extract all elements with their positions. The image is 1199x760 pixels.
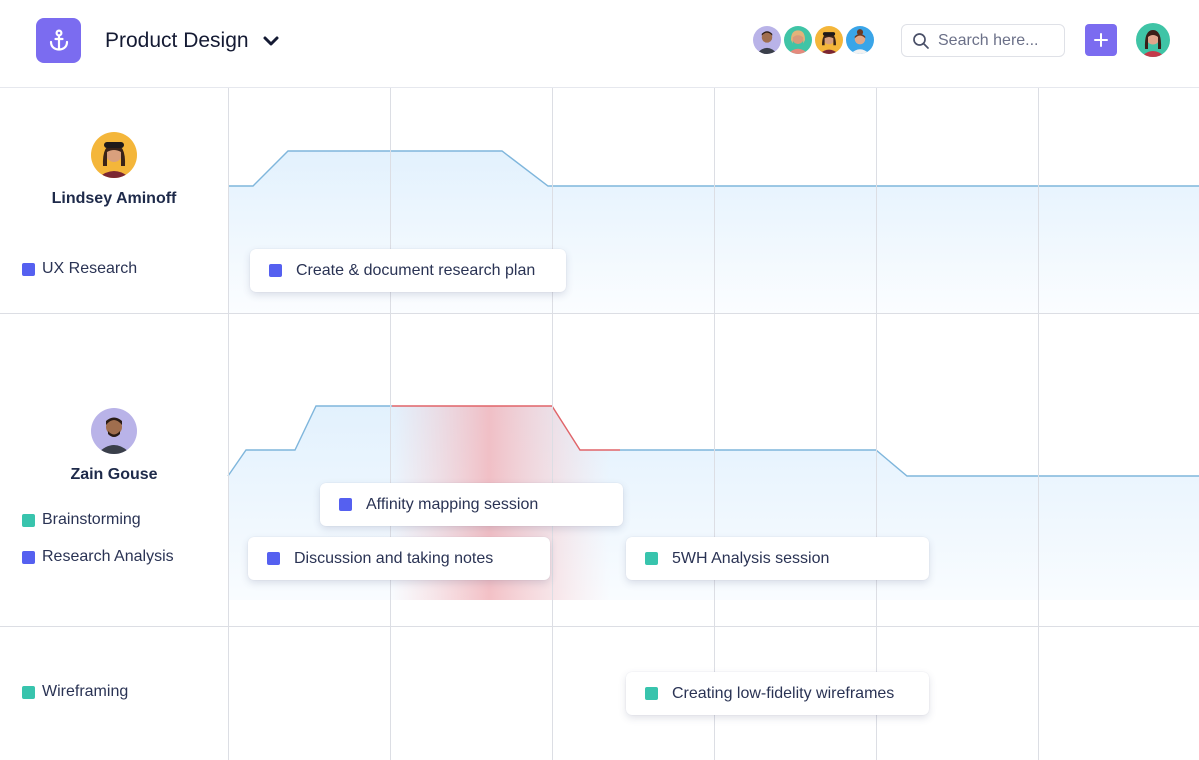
person-zain: Zain Gouse [0,408,228,484]
task-color-swatch [267,552,280,565]
project-logo[interactable] [36,18,81,63]
project-title: Product Design [105,29,249,52]
person-name: Zain Gouse [70,466,158,483]
chevron-down-icon [263,36,279,46]
task-label: Create & document research plan [296,261,536,279]
avatar[interactable] [813,24,845,56]
zain-overload-line [392,405,620,451]
search-icon [913,32,929,49]
category-color-swatch [22,550,35,564]
team-avatars[interactable] [751,24,876,56]
category-label: Brainstorming [42,511,141,528]
zain-workload-line [227,405,392,477]
grid-line [228,88,229,760]
category-color-swatch [22,513,35,527]
row-divider [0,626,1199,627]
search-box[interactable] [901,24,1065,57]
task-card[interactable]: Discussion and taking notes [248,537,550,580]
category-label: UX Research [42,260,138,277]
anchor-icon [49,28,68,51]
task-card[interactable]: 5WH Analysis session [626,537,929,580]
grid-line [714,88,715,760]
task-color-swatch [645,687,658,700]
avatar[interactable] [751,24,783,56]
project-switcher[interactable]: Product Design [105,29,281,53]
row-divider [0,313,1199,314]
category-label: Wireframing [42,683,129,700]
category-label: Research Analysis [42,548,174,565]
task-color-swatch [269,264,282,277]
task-card[interactable]: Affinity mapping session [320,483,623,526]
task-color-swatch [339,498,352,511]
avatar[interactable] [844,24,876,56]
task-card[interactable]: Create & document research plan [250,249,566,292]
category-ux-research[interactable]: UX Research [22,260,137,278]
workload-chart [227,150,1199,600]
task-label: Creating low-fidelity wireframes [672,684,895,702]
category-color-swatch [22,262,35,276]
search-input[interactable] [938,31,1058,50]
app-header: Product Design [0,0,1199,88]
current-user-avatar[interactable] [1136,23,1170,57]
grid-line [552,88,553,760]
task-label: Affinity mapping session [366,495,539,513]
task-color-swatch [645,552,658,565]
avatar[interactable] [91,132,137,178]
person-name: Lindsey Aminoff [51,190,177,207]
category-brainstorming[interactable]: Brainstorming [22,511,141,529]
grid-line [1038,88,1039,760]
avatar[interactable] [91,408,137,454]
grid-line [390,88,391,760]
avatar[interactable] [782,24,814,56]
task-card[interactable]: Creating low-fidelity wireframes [626,672,929,715]
category-research-analysis[interactable]: Research Analysis [22,548,174,566]
grid-line [876,88,877,760]
task-label: Discussion and taking notes [294,549,494,567]
zain-workload-line-end [620,449,1199,477]
person-lindsey: Lindsey Aminoff [0,132,228,208]
task-label: 5WH Analysis session [672,549,830,567]
add-button[interactable] [1085,24,1117,56]
plus-icon [1094,33,1108,47]
category-color-swatch [22,685,35,699]
category-wireframing[interactable]: Wireframing [22,683,128,701]
